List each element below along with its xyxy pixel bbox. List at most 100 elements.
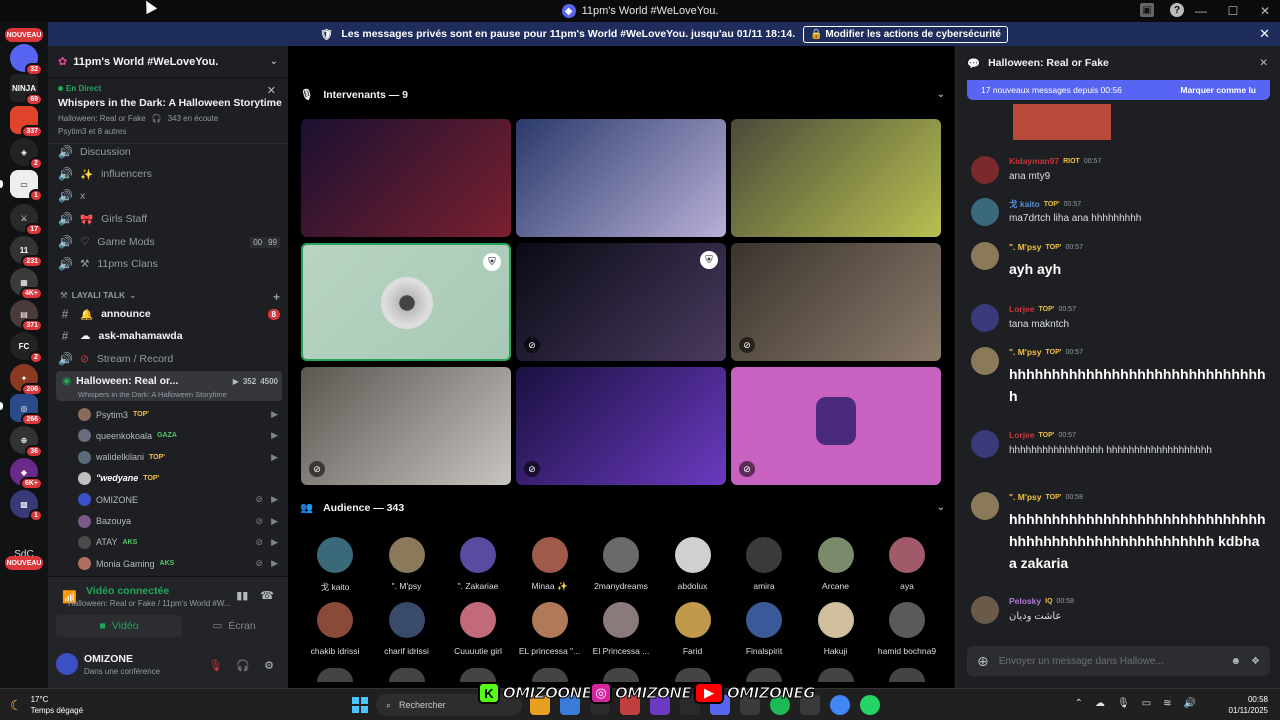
speaker-tile[interactable]: ⛨	[301, 243, 511, 361]
server-icon-13[interactable]: ⊕ 36	[10, 426, 43, 458]
app-icon[interactable]	[860, 695, 880, 715]
audience-header[interactable]: 👥 Audience — 343 ⌄	[300, 501, 945, 515]
author-name[interactable]: ". M'psy	[1009, 492, 1042, 502]
close-icon[interactable]: ✕	[267, 84, 276, 97]
author-name[interactable]: Kidayman97	[1009, 156, 1059, 166]
server-icon-2[interactable]: NINJA 69	[10, 74, 43, 106]
audience-member[interactable]: abdolux	[658, 537, 728, 591]
server-icon-5[interactable]: ▭ 1	[10, 170, 43, 202]
server-header[interactable]: ✿ 11pm's World #WeLoveYou. ⌄	[48, 46, 288, 78]
add-channel-icon[interactable]: +	[273, 290, 280, 304]
voice-user[interactable]: OMIZONE ⊘ ▶	[78, 490, 278, 509]
voice-user[interactable]: "wedyane TOP'	[78, 469, 278, 488]
author-name[interactable]: ". M'psy	[1009, 347, 1042, 357]
server-icon-9[interactable]: ▤ 371	[10, 300, 43, 332]
channel-ask-mahamawda[interactable]: # ☁ ask-mahamawda	[58, 326, 280, 346]
close-icon[interactable]: ✕	[1259, 26, 1270, 42]
avatar[interactable]	[971, 430, 999, 458]
server-icon-1[interactable]: 32	[10, 44, 43, 76]
audience-member[interactable]: Minaa ✨	[515, 537, 585, 592]
avatar[interactable]	[971, 242, 999, 270]
server-icon-15[interactable]: ▩ 1	[10, 490, 43, 522]
speaker-tile[interactable]	[301, 119, 511, 237]
server-icon-12[interactable]: ◎ 266	[10, 394, 43, 426]
audience-member[interactable]: aya	[872, 537, 942, 591]
voice-user[interactable]: Psytim3 TOP' ▶	[78, 405, 278, 424]
attach-icon[interactable]: ⊕	[977, 653, 989, 670]
security-actions-button[interactable]: 🔒 Modifier les actions de cybersécurité	[803, 25, 1008, 43]
gear-icon[interactable]: ⚙	[264, 659, 274, 672]
avatar[interactable]	[971, 347, 999, 375]
author-name[interactable]: ". M'psy	[1009, 242, 1042, 252]
audience-member[interactable]: EL princessa "...	[515, 602, 585, 656]
channel-game-mods[interactable]: 🔊 ♡ Game Mods 00 99	[58, 232, 280, 252]
server-icon-6[interactable]: ⚔ 17	[10, 204, 43, 236]
audience-member[interactable]: charif idrissi	[372, 602, 442, 656]
voice-user[interactable]: ATAY AKS ⊘ ▶	[78, 533, 278, 552]
server-icon-7[interactable]: 11 231	[10, 236, 43, 268]
channel-stream-record[interactable]: 🔊 ⊘ Stream / Record	[58, 349, 280, 369]
speaker-tile[interactable]: ⊘	[731, 243, 941, 361]
avatar[interactable]	[56, 653, 78, 675]
category-layali-talk[interactable]: ⚒ LAYALI TALK ⌄ +	[60, 290, 280, 304]
speaker-tile[interactable]	[731, 119, 941, 237]
audience-member[interactable]: amira	[729, 537, 799, 591]
emoji-icon[interactable]: ☻	[1231, 656, 1242, 667]
screen-share-button[interactable]: ▭ Écran	[188, 615, 280, 637]
mic-muted-icon[interactable]: 🎙	[208, 659, 222, 672]
close-icon[interactable]: ✕	[1259, 57, 1268, 69]
audience-member[interactable]: Farid	[658, 602, 728, 656]
headphones-icon[interactable]: 🎧	[236, 659, 250, 672]
channel-influencers[interactable]: 🔊 ✨ influencers	[58, 164, 280, 184]
audience-member[interactable]: Hakuji	[801, 602, 871, 656]
channel-11pms-clans[interactable]: 🔊 ⚒ 11pms Clans	[58, 254, 280, 274]
chevron-up-icon[interactable]: ⌃	[1075, 698, 1083, 709]
live-stage-card[interactable]: En Direct Whispers in the Dark: A Hallow…	[48, 78, 288, 144]
audience-member[interactable]: 戈 kaito	[300, 537, 370, 593]
server-icon-8[interactable]: ▦ 4K+	[10, 268, 43, 300]
channel-announce[interactable]: # 🔔 announce 8	[58, 304, 280, 324]
channel-x[interactable]: 🔊 x	[58, 186, 280, 206]
speaker-tile[interactable]: ⊘	[516, 367, 726, 485]
avatar[interactable]	[971, 596, 999, 624]
server-icon-3[interactable]: 337	[10, 106, 43, 138]
voice-user[interactable]: Bazouya ⊘ ▶	[78, 512, 278, 531]
speakers-header[interactable]: 🎙 Intervenants — 9 ⌄	[300, 88, 945, 102]
mark-read-button[interactable]: Marquer comme lu	[1180, 85, 1256, 95]
inbox-icon[interactable]: ▣	[1140, 3, 1154, 17]
channel-discussion[interactable]: 🔊 Discussion	[58, 142, 280, 162]
start-icon[interactable]	[352, 697, 368, 713]
new-messages-bar[interactable]: 17 nouveaux messages depuis 00:56 Marque…	[967, 80, 1270, 100]
weather-widget[interactable]: ☾ 17°C Temps dégagé	[10, 694, 83, 716]
minimize-button[interactable]: —	[1194, 4, 1208, 18]
speaker-tile[interactable]: ⊘	[731, 367, 941, 485]
voice-user[interactable]: walidelkilani TOP' ▶	[78, 448, 278, 467]
speaker-tile[interactable]: ⊘	[301, 367, 511, 485]
audience-member[interactable]: chakib idrissi	[300, 602, 370, 656]
audience-member[interactable]: Finalspirit	[729, 602, 799, 656]
soundboard-icon[interactable]: ▮▮	[236, 589, 248, 602]
author-name[interactable]: Pelosky	[1009, 596, 1041, 606]
volume-icon[interactable]: 🔊	[1184, 698, 1196, 709]
monitor-icon[interactable]: ▭	[1142, 698, 1151, 709]
server-icon-14[interactable]: ◆ 6K+	[10, 458, 43, 490]
help-icon[interactable]: ?	[1170, 3, 1184, 17]
embedded-image[interactable]	[1013, 104, 1111, 140]
message-input[interactable]: ⊕ Envoyer un message dans Hallowe... ☻ ❖	[967, 646, 1270, 676]
voice-user[interactable]: Monia Gaming AKS ⊘ ▶	[78, 554, 278, 573]
avatar[interactable]	[971, 198, 999, 226]
app-icon[interactable]	[830, 695, 850, 715]
server-icon-10[interactable]: FC 2	[10, 332, 43, 364]
author-name[interactable]: 戈 kaito	[1009, 198, 1040, 210]
apps-icon[interactable]: ❖	[1251, 656, 1260, 667]
avatar[interactable]	[971, 156, 999, 184]
speaker-tile[interactable]: ⛨ ⊘	[516, 243, 726, 361]
audience-member[interactable]: ". Zakariae	[443, 537, 513, 591]
audience-member[interactable]: ". M'psy	[372, 537, 442, 591]
audience-member[interactable]: hamid bochna9	[872, 602, 942, 656]
cloud-icon[interactable]: ☁	[1095, 698, 1105, 709]
channel-girls-staff[interactable]: 🔊 🎀 Girls Staff	[58, 209, 280, 229]
author-name[interactable]: Lorjee	[1009, 430, 1035, 440]
voice-location[interactable]: Halloween: Real or Fake / 11pm's World #…	[68, 599, 231, 608]
video-button[interactable]: ■ Vidéo	[56, 615, 182, 637]
